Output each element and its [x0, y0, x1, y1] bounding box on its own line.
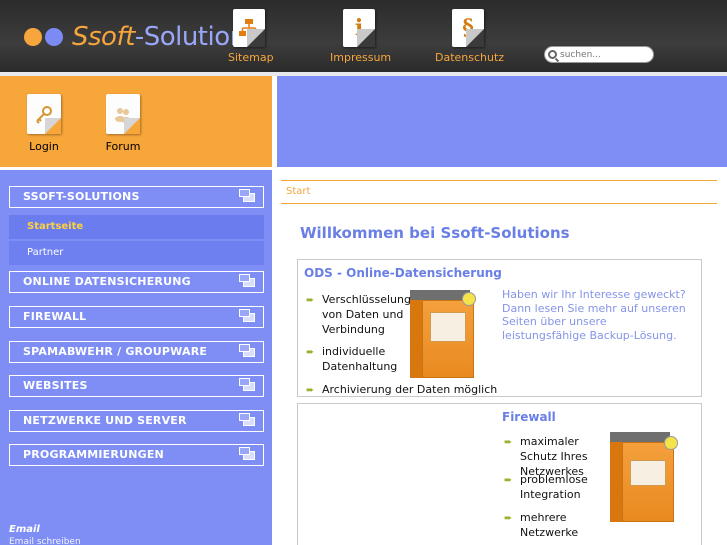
search-icon[interactable]	[548, 50, 557, 59]
sidebar-subitem-startseite[interactable]: Startseite	[9, 215, 264, 239]
firewall-bullet: ➨ problemlose Integration	[504, 472, 604, 502]
user-box: Login Forum	[0, 76, 272, 167]
logo-dot-blue	[45, 28, 63, 46]
nav-impressum-label: Impressum	[330, 51, 392, 64]
sitemap-icon	[233, 9, 265, 47]
firewall-bullet-text: mehrere Netzwerke	[520, 511, 579, 539]
paragraph-icon: §	[452, 9, 484, 47]
banner	[277, 76, 727, 167]
nav-impressum[interactable]: i Impressum	[330, 9, 392, 64]
sidebar: SSOFT-SOLUTIONS Startseite Partner ONLIN…	[0, 170, 272, 545]
page-title: Willkommen bei Ssoft-Solutions	[300, 224, 570, 242]
login-label: Login	[29, 140, 59, 153]
search-input[interactable]	[560, 49, 648, 60]
windows-icon	[239, 447, 255, 460]
firewall-bullet-text: problemlose Integration	[520, 473, 588, 501]
sidebar-item-firewall[interactable]: FIREWALL	[9, 306, 264, 328]
nav-datenschutz-label: Datenschutz	[435, 51, 505, 64]
logo-main: Ssoft	[72, 22, 135, 52]
sidebar-item-netzwerke[interactable]: NETZWERKE UND SERVER	[9, 410, 264, 432]
arrow-right-icon: ➨	[504, 437, 513, 448]
sidebar-item-label: SSOFT-SOLUTIONS	[23, 190, 140, 203]
arrow-right-icon: ➨	[306, 295, 315, 306]
box-badge	[664, 436, 678, 450]
ods-bullet-text: individuelle Datenhaltung	[322, 345, 398, 373]
sidebar-item-ssoft-solutions[interactable]: SSOFT-SOLUTIONS	[9, 186, 264, 208]
sidebar-item-programmierungen[interactable]: PROGRAMMIERUNGEN	[9, 444, 264, 466]
search-box	[544, 46, 654, 63]
ods-bullet-text: Archivierung der Daten möglich	[322, 383, 498, 396]
windows-icon	[239, 413, 255, 426]
sidebar-item-label: SPAMABWEHR / GROUPWARE	[23, 345, 208, 358]
sidebar-email-title: Email	[9, 524, 40, 535]
forum-label: Forum	[105, 140, 141, 153]
box-label	[630, 460, 666, 486]
breadcrumb: Start	[281, 180, 717, 204]
sidebar-item-label: PROGRAMMIERUNGEN	[23, 448, 164, 461]
login-link[interactable]: Login	[27, 94, 61, 153]
box-side	[410, 300, 422, 378]
arrow-right-icon: ➨	[306, 385, 315, 396]
header: Ssoft-Solutions Sitemap i Impressum § Da…	[0, 0, 727, 72]
ods-bullet: ➨ Archivierung der Daten möglich	[306, 382, 506, 397]
nav-datenschutz[interactable]: § Datenschutz	[435, 9, 505, 64]
sidebar-item-websites[interactable]: WEBSITES	[9, 375, 264, 397]
sidebar-subitem-partner[interactable]: Partner	[9, 241, 264, 265]
forum-link[interactable]: Forum	[103, 94, 143, 153]
arrow-right-icon: ➨	[504, 475, 513, 486]
windows-icon	[239, 309, 255, 322]
sidebar-item-label: WEBSITES	[23, 379, 88, 392]
sidebar-item-online-datensicherung[interactable]: ONLINE DATENSICHERUNG	[9, 271, 264, 293]
box-badge	[462, 292, 476, 306]
nav-sitemap-label: Sitemap	[228, 51, 274, 64]
ods-promo-text: Haben wir Ihr Interesse geweckt? Dann le…	[502, 288, 686, 342]
firewall-bullet: ➨ mehrere Netzwerke	[504, 510, 604, 540]
windows-icon	[239, 344, 255, 357]
box-label	[430, 312, 466, 342]
arrow-right-icon: ➨	[306, 347, 315, 358]
sidebar-item-spamabwehr[interactable]: SPAMABWEHR / GROUPWARE	[9, 341, 264, 363]
sidebar-email-link[interactable]: Email schreiben	[9, 537, 81, 545]
ods-bullet: ➨ individuelle Datenhaltung	[306, 344, 406, 374]
box-top	[410, 290, 470, 300]
box-side	[610, 442, 622, 522]
sidebar-item-label: ONLINE DATENSICHERUNG	[23, 275, 191, 288]
ods-panel: ODS - Online-Datensicherung ➨ Verschlüsse…	[297, 259, 702, 397]
sidebar-item-label: FIREWALL	[23, 310, 87, 323]
ods-bullet-text: Verschlüsselung von Daten und Verbindung	[322, 293, 411, 336]
breadcrumb-start[interactable]: Start	[286, 186, 310, 197]
info-icon: i	[343, 9, 375, 47]
windows-icon	[239, 378, 255, 391]
firewall-title[interactable]: Firewall	[502, 410, 556, 424]
ods-bullet: ➨ Verschlüsselung von Daten und Verbindun…	[306, 292, 411, 337]
forum-icon	[106, 94, 140, 134]
windows-icon	[239, 189, 255, 202]
box-top	[610, 432, 670, 442]
ods-title[interactable]: ODS - Online-Datensicherung	[304, 266, 502, 280]
arrow-right-icon: ➨	[504, 513, 513, 524]
sidebar-item-label: NETZWERKE UND SERVER	[23, 414, 187, 427]
logo-dot-orange	[24, 28, 42, 46]
logo[interactable]: Ssoft-Solutions	[24, 20, 259, 54]
key-icon	[27, 94, 61, 134]
nav-sitemap[interactable]: Sitemap	[228, 9, 274, 64]
firewall-panel: Firewall ➨ maximaler Schutz Ihres Netzwer…	[297, 403, 702, 545]
windows-icon	[239, 274, 255, 287]
